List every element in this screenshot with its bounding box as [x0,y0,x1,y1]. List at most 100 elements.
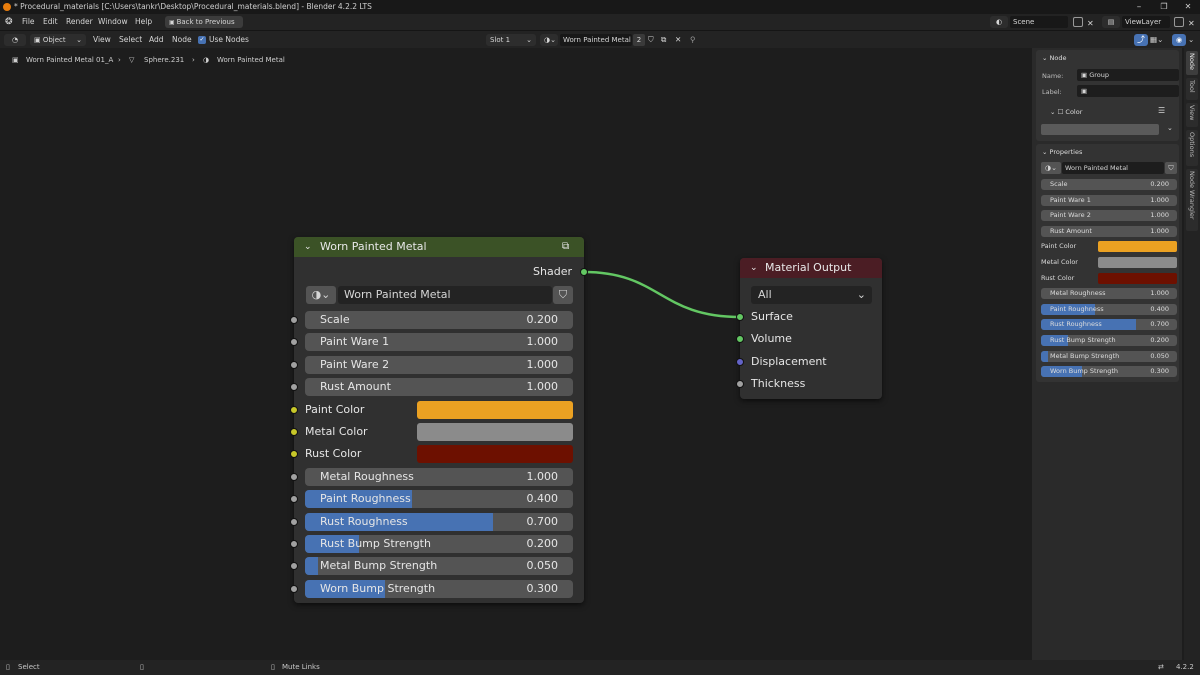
material-browse-icon[interactable]: ◑⌄ [540,34,558,46]
pin-icon[interactable]: ⚲ [690,31,696,49]
shader-output-socket[interactable] [580,268,588,276]
menu-file[interactable]: File [22,14,35,30]
color-input-socket[interactable] [290,450,298,459]
input-socket[interactable] [290,495,298,504]
color-swatch[interactable] [1098,272,1177,284]
scene-field[interactable]: Scene [1010,16,1068,28]
editor-type-icon[interactable]: ◔ ⌄ [4,34,26,56]
input-socket[interactable] [290,316,298,324]
blender-menu-icon[interactable]: ❂ [5,14,13,30]
list-icon[interactable]: ☰ [1158,106,1165,115]
close-button[interactable]: ✕ [1176,0,1200,14]
sidebar-slider[interactable]: Metal Roughness 1.000 [1041,288,1177,300]
chevron-down-icon[interactable]: ⌄ [1167,124,1173,132]
color-swatch[interactable] [1098,257,1177,268]
color-swatch[interactable] [417,400,573,419]
properties-datablock-field[interactable]: Worn Painted Metal [1062,162,1164,174]
unlink-material-icon[interactable]: ✕ [675,31,681,49]
input-socket[interactable] [290,540,298,548]
label-field[interactable]: ▣ [1077,85,1179,97]
menu-view[interactable]: View [93,31,111,49]
menu-node[interactable]: Node [172,31,192,49]
menu-edit[interactable]: Edit [43,14,58,30]
tab-view[interactable]: View [1186,103,1198,127]
menu-help[interactable]: Help [135,14,152,30]
tab-tool[interactable]: Tool [1186,78,1198,100]
input-slider[interactable]: Paint Ware 1 1.000 [305,333,573,352]
volume-input-socket[interactable] [736,335,744,343]
sidebar-slider[interactable]: Paint Roughness 0.400 [1041,303,1177,315]
group-datablock-field[interactable]: Worn Painted Metal [338,286,552,304]
node-group-icon[interactable]: ⧉ [562,237,569,257]
preview-icon[interactable]: ◉ [1172,34,1186,46]
input-slider[interactable]: Paint Ware 2 1.000 [305,355,573,374]
input-slider[interactable]: Paint Roughness 0.400 [305,490,573,509]
color-swatch[interactable] [1098,241,1177,253]
input-socket[interactable] [290,383,298,392]
collapse-chevron-icon[interactable]: ⌄ [304,237,312,257]
input-slider[interactable]: Worn Bump Strength 0.300 [305,579,573,598]
fake-user-shield-icon[interactable]: ⛉ [553,286,573,304]
properties-panel-header[interactable]: ⌄ Properties [1042,148,1082,156]
slot-selector[interactable]: Slot 1 ⌄ [486,34,536,46]
sidebar-slider[interactable]: Worn Bump Strength 0.300 [1041,366,1177,378]
overlay-icon[interactable]: ▦⌄ [1150,31,1163,49]
target-selector[interactable]: All ⌄ [751,286,872,304]
color-input-socket[interactable] [290,428,298,436]
collapse-chevron-icon[interactable]: ⌄ [750,258,758,278]
worn-painted-metal-group-node[interactable]: ⌄ Worn Painted Metal ⧉ Shader ◑⌄ Worn Pa… [290,237,588,603]
sidebar-slider[interactable]: Metal Bump Strength 0.050 [1041,350,1177,362]
color-swatch[interactable] [417,423,573,441]
tab-options[interactable]: Options [1186,130,1198,166]
material-name-field[interactable]: Worn Painted Metal [560,34,632,46]
input-socket[interactable] [290,517,298,526]
input-socket[interactable] [290,360,298,369]
minimize-button[interactable]: – [1127,0,1151,14]
input-socket[interactable] [290,472,298,481]
sidebar-slider[interactable]: Rust Amount 1.000 [1041,225,1177,237]
maximize-button[interactable]: ❐ [1152,0,1176,14]
material-output-node[interactable]: ⌄ Material Output All ⌄ Surface Volume D… [736,258,882,399]
node-color-swatch[interactable] [1041,124,1159,135]
menu-add[interactable]: Add [149,31,164,49]
sidebar-slider[interactable]: Paint Ware 1 1.000 [1041,194,1177,206]
input-socket[interactable] [290,584,298,593]
sidebar-slider[interactable]: Rust Roughness 0.700 [1041,319,1177,331]
input-slider[interactable]: Metal Bump Strength 0.050 [305,557,573,576]
input-socket[interactable] [290,562,298,571]
scene-selector-icon[interactable]: ◐ [990,16,1008,28]
input-slider[interactable]: Scale 0.200 [305,311,573,329]
name-field[interactable]: ▣ Group [1077,69,1179,81]
input-socket[interactable] [290,338,298,347]
displacement-input-socket[interactable] [736,358,744,366]
mode-selector[interactable]: ▣ Object ⌄ [30,34,86,46]
tab-node[interactable]: Node [1186,51,1198,75]
sidebar-slider[interactable]: Rust Bump Strength 0.200 [1041,335,1177,346]
sidebar-slider[interactable]: Scale 0.200 [1041,179,1177,190]
node-panel-header[interactable]: ⌄ Node [1042,54,1066,62]
view-layer-field[interactable]: ViewLayer [1122,16,1170,28]
back-to-previous-button[interactable]: ▣ Back to Previous [165,16,243,28]
datablock-browse-icon[interactable]: ◑⌄ [1041,162,1061,174]
snapping-icon[interactable]: ⤴ [1134,34,1148,46]
thickness-input-socket[interactable] [736,380,744,388]
input-slider[interactable]: Metal Roughness 1.000 [305,467,573,486]
color-input-socket[interactable] [290,405,298,414]
surface-input-socket[interactable] [736,313,744,321]
use-nodes-checkbox[interactable]: ✓ [198,36,206,44]
input-slider[interactable]: Rust Bump Strength 0.200 [305,535,573,553]
datablock-browse-icon[interactable]: ◑⌄ [306,286,336,304]
duplicate-material-icon[interactable]: ⧉ [661,31,666,49]
user-count-badge[interactable]: 2 [633,34,645,46]
new-scene-icon[interactable] [1073,17,1083,27]
sidebar-slider[interactable]: Paint Ware 2 1.000 [1041,210,1177,222]
new-view-layer-icon[interactable] [1174,17,1184,27]
menu-render[interactable]: Render [66,14,93,30]
color-swatch[interactable] [417,445,573,464]
fake-user-shield-icon[interactable]: ⛉ [648,31,654,49]
input-slider[interactable]: Rust Amount 1.000 [305,378,573,397]
preview-options-chevron-icon[interactable]: ⌄ [1188,31,1194,49]
fake-user-shield-icon[interactable]: ⛉ [1165,162,1177,174]
menu-window[interactable]: Window [98,14,128,30]
view-layer-icon[interactable]: ▤ [1102,16,1120,28]
